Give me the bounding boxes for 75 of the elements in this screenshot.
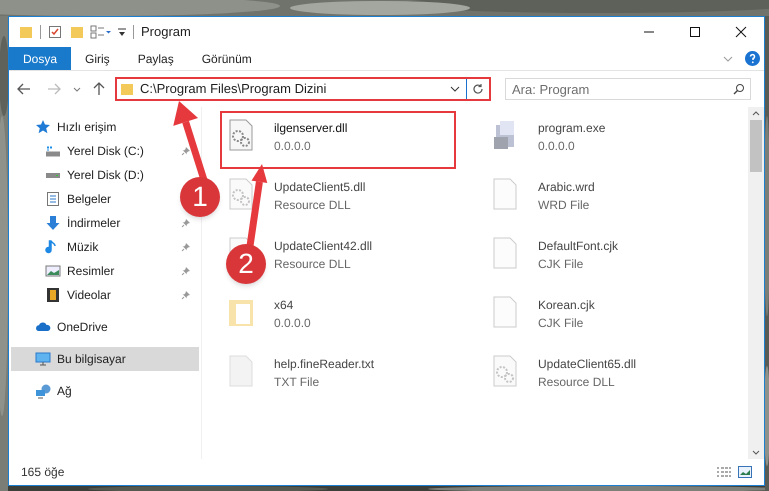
large-icons-view-icon[interactable] <box>738 466 752 478</box>
file-detail: WRD File <box>538 197 590 214</box>
pin-icon[interactable] <box>181 242 191 252</box>
file-name[interactable]: Korean.cjk <box>538 296 595 314</box>
sidebar-item[interactable]: Videolar <box>11 283 199 307</box>
sidebar-item[interactable]: Hızlı erişim <box>11 115 124 139</box>
search-icon <box>733 83 745 95</box>
pin-icon[interactable] <box>181 146 191 156</box>
download-icon <box>45 215 61 231</box>
ribbon-tab[interactable]: Dosya <box>9 47 72 70</box>
scroll-down-icon[interactable] <box>752 450 760 455</box>
window-title: Program <box>141 23 191 42</box>
file-name[interactable]: DefaultFont.cjk <box>538 237 618 255</box>
chevron-down-icon[interactable] <box>450 86 460 92</box>
network-icon <box>35 383 51 399</box>
file-detail: 0.0.0.0 <box>274 138 312 155</box>
file-detail: 0.0.0.0 <box>274 315 311 332</box>
file-icon <box>228 355 254 387</box>
pin-icon[interactable] <box>181 218 191 228</box>
file-icon <box>492 237 518 269</box>
sidebar-item[interactable]: OneDrive <box>11 315 116 339</box>
ribbon-tab[interactable]: Paylaş <box>124 47 188 70</box>
pin-icon[interactable] <box>181 266 191 276</box>
sidebar-item[interactable]: Resimler <box>11 259 199 283</box>
details-view-icon[interactable] <box>716 466 732 478</box>
settings-file-icon <box>492 355 518 387</box>
file-icon <box>492 296 518 328</box>
file-name[interactable]: help.fineReader.txt <box>274 355 374 373</box>
file-detail: TXT File <box>274 374 320 391</box>
file-detail: Resource DLL <box>538 374 616 391</box>
file-detail: CJK File <box>538 256 584 273</box>
file-detail: 0.0.0.0 <box>538 138 576 155</box>
docs-icon <box>45 191 61 207</box>
help-icon[interactable] <box>745 51 760 66</box>
sidebar-item[interactable]: Bu bilgisayar <box>11 347 199 371</box>
item-count: 165 öğe <box>21 464 64 481</box>
scroll-thumb[interactable] <box>750 120 762 172</box>
pin-icon[interactable] <box>181 290 191 300</box>
up-icon[interactable] <box>93 82 105 96</box>
scrollbar[interactable] <box>748 107 764 459</box>
ribbon-tab[interactable]: Görünüm <box>188 47 266 70</box>
drive-icon <box>45 172 61 178</box>
settings-file-icon <box>228 119 254 151</box>
file-name[interactable]: ilgenserver.dll <box>274 119 348 137</box>
file-name[interactable]: UpdateClient42.dll <box>274 237 372 255</box>
sidebar-item[interactable]: Müzik <box>11 235 199 259</box>
file-name[interactable]: program.exe <box>538 119 606 137</box>
properties-icon[interactable] <box>48 25 62 39</box>
file-detail: Resource DLL <box>274 256 352 273</box>
file-name[interactable]: Arabic.wrd <box>538 178 595 196</box>
drive-c-icon <box>45 146 61 156</box>
address-bar[interactable]: C:\Program Files\Program Dizini <box>115 77 491 101</box>
search-field[interactable]: Ara: Program <box>505 78 751 100</box>
ribbon-tab[interactable]: Giriş <box>71 47 124 70</box>
address-path: C:\Program Files\Program Dizini <box>140 80 326 98</box>
file-detail: CJK File <box>538 315 584 332</box>
file-detail: Resource DLL <box>274 197 352 214</box>
videos-icon <box>45 287 61 303</box>
settings-file-icon <box>228 178 254 210</box>
scroll-up-icon[interactable] <box>752 111 760 116</box>
view-icon[interactable] <box>90 25 112 39</box>
refresh-icon[interactable] <box>472 83 484 95</box>
file-name[interactable]: x64 <box>274 296 311 314</box>
back-icon[interactable] <box>17 83 31 95</box>
sidebar-item[interactable]: Yerel Disk (D:) <box>11 163 152 187</box>
pc-icon <box>35 351 51 367</box>
sidebar-item[interactable]: Yerel Disk (C:) <box>11 139 199 163</box>
folder-icon <box>120 82 134 96</box>
pictures-icon <box>45 263 61 279</box>
sidebar-item[interactable]: Ağ <box>11 379 80 403</box>
file-name[interactable]: UpdateClient65.dll <box>538 355 636 373</box>
dropdown-icon[interactable] <box>118 27 126 37</box>
file-name[interactable]: UpdateClient5.dll <box>274 178 366 196</box>
file-icon <box>492 178 518 210</box>
sidebar-item[interactable]: Belgeler <box>11 187 120 211</box>
